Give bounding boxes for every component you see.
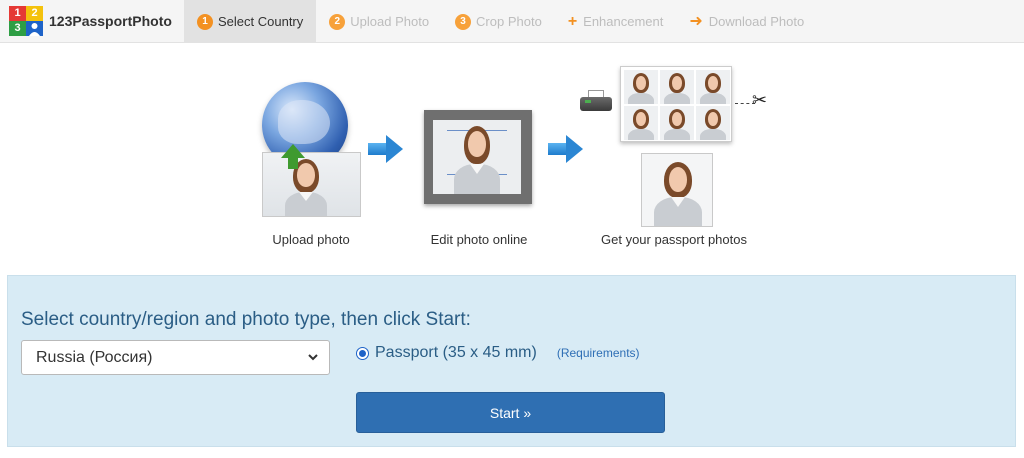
step-1-badge: 1 xyxy=(197,13,213,30)
start-button[interactable]: Start » xyxy=(356,392,665,433)
passport-photo-image xyxy=(641,153,713,227)
wizard-steps: 1 Select Country 2 Upload Photo 3 Crop P… xyxy=(184,0,817,43)
scissors-icon: ✂ xyxy=(752,90,768,110)
country-select[interactable]: Russia (Россия) xyxy=(21,340,330,375)
photo-editor-image xyxy=(424,110,532,204)
brand-name: 123PassportPhoto xyxy=(49,13,172,29)
plus-icon: + xyxy=(567,12,578,30)
tab-select-country[interactable]: 1 Select Country xyxy=(184,0,317,43)
logo-digit-2: 2 xyxy=(26,6,43,21)
logo-icon: 1 2 3 xyxy=(9,6,43,36)
upload-arrow-icon xyxy=(281,144,305,158)
brand-link[interactable]: 1 2 3 123PassportPhoto xyxy=(9,5,172,37)
step-upload-caption: Upload photo xyxy=(272,232,350,247)
tab-label: Download Photo xyxy=(708,14,805,29)
chevron-down-icon xyxy=(307,351,319,366)
tab-crop-photo[interactable]: 3 Crop Photo xyxy=(442,0,555,43)
photo-type-label[interactable]: Passport (35 x 45 mm) xyxy=(375,344,537,362)
tab-label: Enhancement xyxy=(583,14,664,29)
photo-sheet-image xyxy=(620,66,732,142)
logo-digit-3: 3 xyxy=(9,21,26,36)
uploaded-photo-image xyxy=(262,152,361,217)
top-nav-bar: 1 2 3 123PassportPhoto 1 Select Country … xyxy=(0,0,1024,43)
passport-radio[interactable] xyxy=(356,346,369,360)
country-selected-value: Russia (Россия) xyxy=(36,348,153,366)
printer-icon xyxy=(580,90,612,112)
arrow-right-icon: ➜ xyxy=(689,12,703,30)
tab-upload-photo[interactable]: 2 Upload Photo xyxy=(316,0,442,43)
tab-label: Crop Photo xyxy=(476,14,542,29)
photo-type-option: Passport (35 x 45 mm) (Requirements) xyxy=(356,344,640,362)
requirements-link[interactable]: (Requirements) xyxy=(557,346,640,360)
tab-download-photo[interactable]: ➜ Download Photo xyxy=(676,0,817,43)
panel-title: Select country/region and photo type, th… xyxy=(21,309,471,330)
tab-enhancement[interactable]: + Enhancement xyxy=(555,0,677,43)
logo-person-square xyxy=(26,21,43,36)
upload-arrow-stem xyxy=(288,157,298,169)
selection-panel: Select country/region and photo type, th… xyxy=(7,275,1016,447)
process-illustration: ✂ Upload photo Edit photo online Get you… xyxy=(0,44,1024,264)
logo-digit-1: 1 xyxy=(9,6,26,21)
step-3-badge: 3 xyxy=(455,13,472,30)
tab-label: Upload Photo xyxy=(350,14,430,29)
step-2-badge: 2 xyxy=(329,13,346,30)
step-get-caption: Get your passport photos xyxy=(601,232,747,247)
step-edit-caption: Edit photo online xyxy=(430,232,528,247)
tab-label: Select Country xyxy=(218,14,304,29)
